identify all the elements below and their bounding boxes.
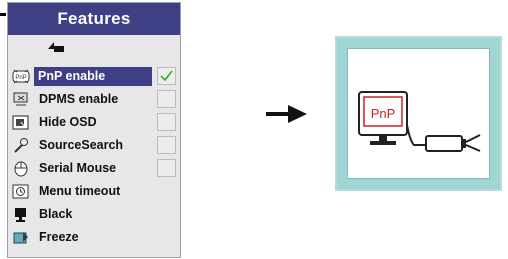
menu-item-label: Menu timeout: [39, 184, 121, 198]
menu-item-serial-mouse[interactable]: Serial Mouse: [8, 158, 180, 179]
pnp-icon: PnP: [12, 69, 30, 84]
pnp-illustration-panel: PnP: [335, 36, 502, 191]
back-button[interactable]: [8, 35, 180, 55]
pnp-connection-illustration: PnP: [358, 91, 481, 152]
dpms-icon: [13, 92, 28, 106]
pointer-dash: [0, 13, 6, 16]
menu-item-sourcesearch[interactable]: SourceSearch: [8, 135, 180, 156]
menu-item-freeze[interactable]: Freeze: [8, 227, 180, 248]
menu-timeout-icon: [12, 184, 29, 199]
menu-item-label: Hide OSD: [39, 115, 97, 129]
checkmark-icon: [160, 70, 173, 82]
source-search-icon: [14, 138, 28, 153]
menu-title: Features: [8, 3, 180, 35]
menu-item-black[interactable]: Black: [8, 204, 180, 225]
menu-item-label: Black: [39, 207, 73, 221]
svg-text:PnP: PnP: [15, 75, 26, 81]
dpms-enable-checkbox[interactable]: [157, 90, 176, 108]
menu-item-menu-timeout[interactable]: Menu timeout: [8, 181, 180, 202]
serial-mouse-icon: [14, 161, 28, 177]
menu-item-pnp-enable[interactable]: PnP PnP enable: [8, 66, 180, 87]
sourcesearch-checkbox[interactable]: [157, 136, 176, 154]
hide-osd-checkbox[interactable]: [157, 113, 176, 131]
serial-mouse-checkbox[interactable]: [157, 159, 176, 177]
features-menu: Features PnP PnP enable DPMS enable Hide…: [7, 2, 181, 258]
black-icon: [15, 208, 26, 222]
up-left-arrow-icon: [48, 42, 64, 52]
illustration-frame: PnP: [347, 48, 490, 179]
hide-osd-icon: [12, 115, 29, 130]
menu-item-label: SourceSearch: [39, 138, 124, 152]
menu-item-label: PnP enable: [34, 67, 152, 86]
right-arrow-icon: [266, 105, 307, 123]
menu-item-label: DPMS enable: [39, 92, 119, 106]
menu-item-label: Serial Mouse: [39, 161, 117, 175]
menu-item-hide-osd[interactable]: Hide OSD: [8, 112, 180, 133]
pnp-enable-checkbox[interactable]: [157, 67, 176, 85]
monitor-pnp-label: PnP: [371, 106, 396, 121]
freeze-icon: [13, 232, 28, 244]
menu-item-dpms-enable[interactable]: DPMS enable: [8, 89, 180, 110]
menu-item-label: Freeze: [39, 230, 79, 244]
